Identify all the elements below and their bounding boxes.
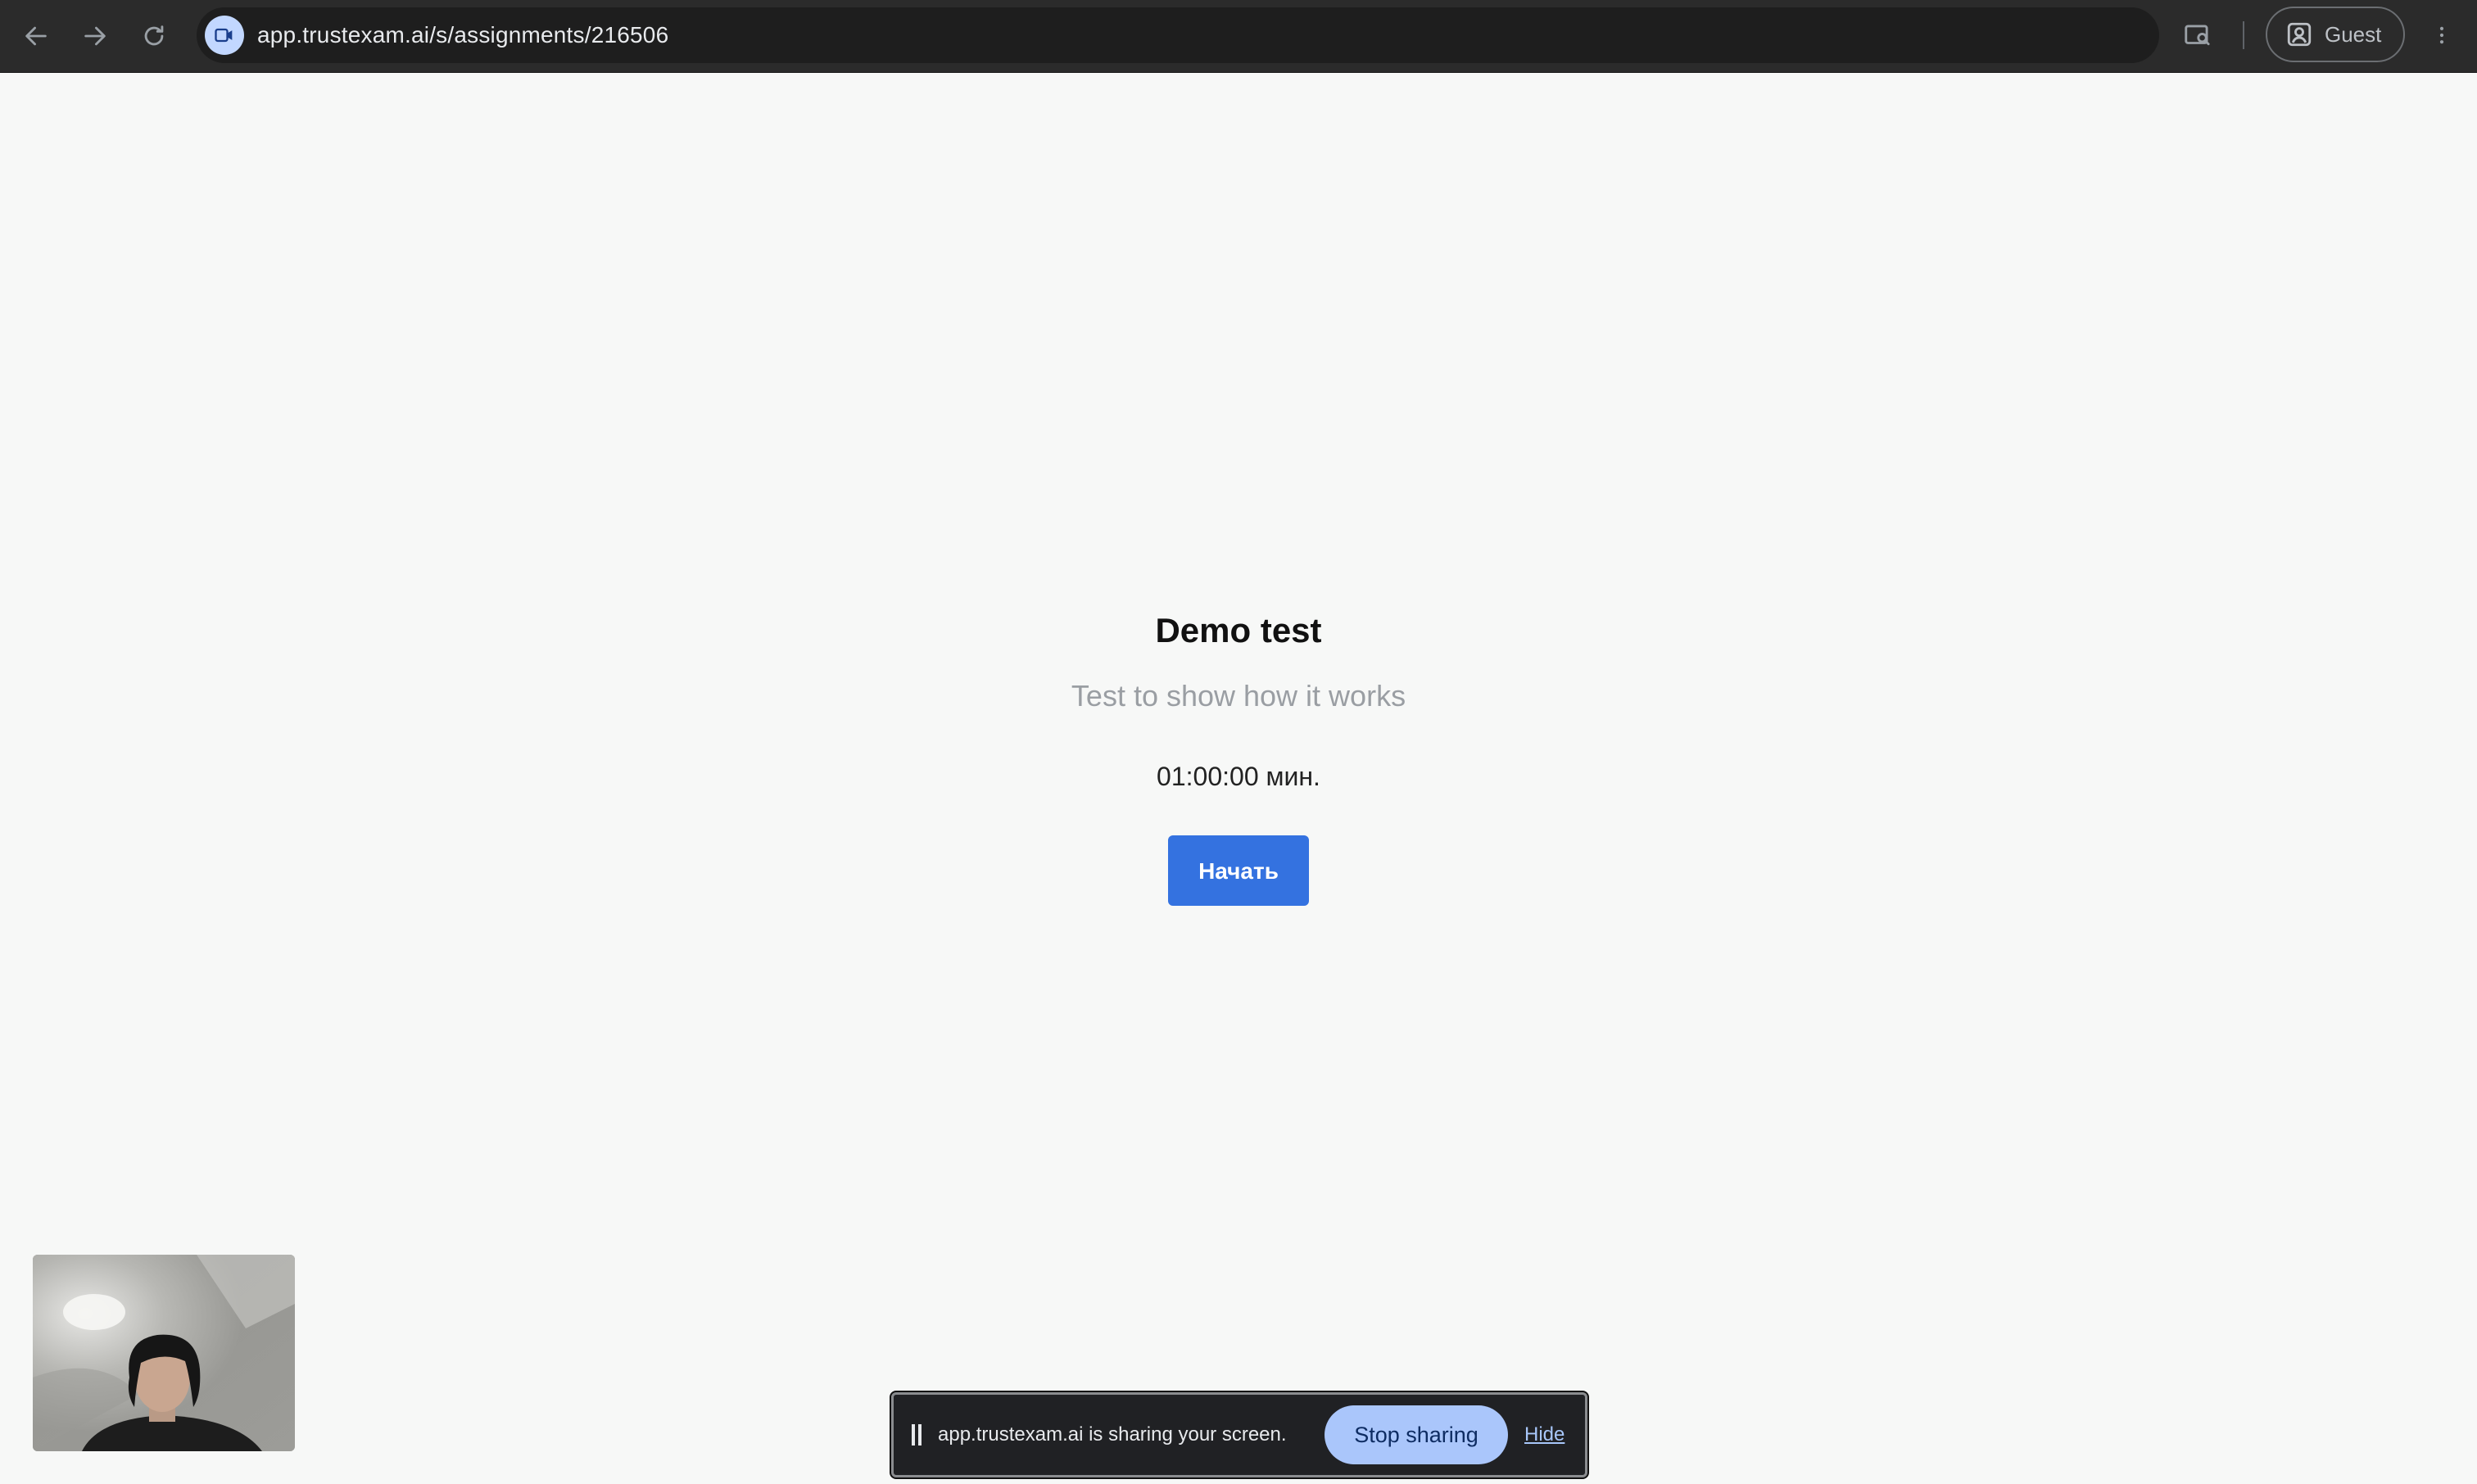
stop-sharing-button[interactable]: Stop sharing xyxy=(1325,1405,1508,1464)
webcam-preview xyxy=(33,1255,295,1451)
hide-link[interactable]: Hide xyxy=(1524,1395,1565,1475)
arrow-left-icon xyxy=(25,26,47,46)
page-content: Demo test Test to show how it works 01:0… xyxy=(0,74,2477,1484)
profile-button[interactable]: Guest xyxy=(2266,7,2405,62)
profile-label: Guest xyxy=(2325,21,2382,47)
search-tab-icon xyxy=(2185,25,2210,46)
webcam-video-image xyxy=(33,1255,295,1451)
search-tab-button[interactable] xyxy=(2182,20,2213,51)
forward-button[interactable] xyxy=(70,11,120,61)
assignment-duration: 01:00:00 мин. xyxy=(1157,762,1320,791)
camera-icon xyxy=(215,28,233,43)
reload-icon xyxy=(144,25,164,46)
kebab-menu-icon xyxy=(2439,26,2444,44)
assignment-title: Demo test xyxy=(1155,611,1322,649)
assignment-card: Demo test Test to show how it works 01:0… xyxy=(829,606,1648,906)
url-text[interactable]: app.trustexam.ai/s/assignments/216506 xyxy=(257,7,668,63)
browser-toolbar: app.trustexam.ai/s/assignments/216506 Gu… xyxy=(0,0,2477,73)
reload-button[interactable] xyxy=(129,11,179,61)
pause-icon xyxy=(912,1424,923,1447)
person-icon xyxy=(2287,22,2312,47)
assignment-subtitle: Test to show how it works xyxy=(1071,679,1406,713)
arrow-right-icon xyxy=(84,26,106,46)
start-button[interactable]: Начать xyxy=(1168,835,1309,906)
site-info-button[interactable] xyxy=(205,16,244,55)
back-button[interactable] xyxy=(11,11,61,61)
toolbar-divider xyxy=(2243,21,2244,49)
address-bar[interactable]: app.trustexam.ai/s/assignments/216506 xyxy=(197,7,2159,63)
screen-share-message: app.trustexam.ai is sharing your screen. xyxy=(938,1423,1287,1446)
screen-share-bar: app.trustexam.ai is sharing your screen.… xyxy=(891,1392,1587,1477)
browser-menu-button[interactable] xyxy=(2429,18,2454,52)
